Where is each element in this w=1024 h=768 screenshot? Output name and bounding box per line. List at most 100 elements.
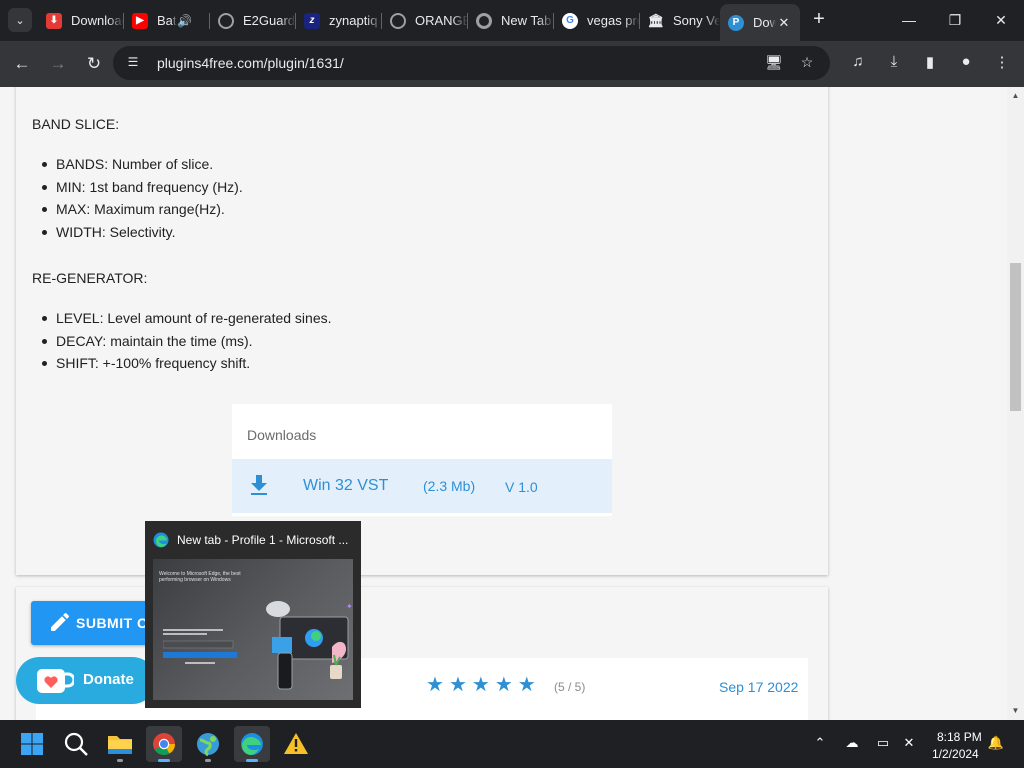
list-item: MIN: 1st band frequency (Hz).	[42, 179, 243, 202]
pencil-icon	[51, 613, 69, 631]
clock-date[interactable]: 1/2/2024	[932, 747, 979, 761]
clock-time[interactable]: 8:18 PM	[937, 730, 982, 744]
arrow-right-icon: →	[49, 54, 67, 73]
download-arrow-icon[interactable]	[250, 475, 268, 495]
taskbar-warning-app[interactable]	[278, 726, 314, 762]
site-info-icon[interactable]: ☰	[125, 55, 141, 71]
notification-bell-icon[interactable]: 🔔	[987, 735, 1005, 753]
coffee-cup-icon	[37, 669, 74, 693]
list-item: BANDS: Number of slice.	[42, 156, 243, 179]
taskbar-search-button[interactable]	[58, 726, 94, 762]
downloads-heading: Downloads	[247, 427, 317, 443]
bookmark-star-icon[interactable]: ☆	[797, 54, 817, 72]
speaker-icon[interactable]: 🔊	[177, 14, 192, 28]
install-app-icon[interactable]: 🖥	[764, 54, 784, 72]
taskbar-maps-app[interactable]	[190, 726, 226, 762]
globe-favicon-icon	[218, 12, 234, 29]
scroll-down-arrow-icon[interactable]: ▼	[1011, 706, 1020, 715]
star-icon: ★	[494, 674, 513, 696]
edge-icon	[241, 733, 263, 755]
band-slice-list: BANDS: Number of slice. MIN: 1st band fr…	[42, 156, 243, 247]
tab-e2guardian[interactable]: E2Guardian	[210, 4, 296, 37]
list-item: SHIFT: +-100% frequency shift.	[42, 355, 332, 378]
menu-kebab-icon[interactable]: ⋮	[991, 53, 1013, 75]
side-panel-icon[interactable]: ▮	[919, 53, 941, 75]
address-bar[interactable]: ☰ plugins4free.com/plugin/1631/ 🖥 ☆	[113, 46, 830, 80]
minimize-button[interactable]: —	[886, 6, 932, 34]
submit-button-label: SUBMIT C	[76, 615, 148, 631]
edge-icon	[153, 532, 169, 548]
tab-active-download[interactable]: P Download ✕	[720, 4, 800, 41]
volume-muted-icon[interactable]: ✕	[900, 735, 918, 753]
scrollbar-thumb[interactable]	[1010, 263, 1021, 411]
tab-title: E2Guardian	[243, 13, 296, 28]
zynaptiq-favicon-icon: z	[304, 12, 320, 29]
list-item: WIDTH: Selectivity.	[42, 224, 243, 247]
regenerator-list: LEVEL: Level amount of re-generated sine…	[42, 310, 332, 378]
restore-button[interactable]: ❐	[932, 6, 978, 34]
downloads-icon[interactable]: ⤓	[883, 53, 905, 75]
reload-icon: ↻	[86, 54, 102, 73]
taskbar-chrome[interactable]	[146, 726, 182, 762]
tab-batman[interactable]: ▶ Batman 🔊	[124, 4, 210, 37]
star-icon: ★	[517, 674, 536, 696]
search-icon	[64, 732, 88, 756]
rating-stars: ★ ★ ★ ★ ★	[426, 672, 536, 697]
page-scrollbar[interactable]: ▲ ▼	[1007, 87, 1024, 720]
tab-strip: ⌄ ⬇ Downloads ▶ Batman 🔊 E2Guardian z zy…	[0, 0, 1024, 41]
download-file-version: V 1.0	[505, 479, 538, 495]
globe-favicon-icon	[390, 12, 406, 29]
close-window-button[interactable]: ✕	[978, 6, 1024, 34]
scroll-up-arrow-icon[interactable]: ▲	[1011, 91, 1020, 100]
close-tab-icon[interactable]: ✕	[776, 15, 792, 31]
tab-title: Sony Vegas	[673, 13, 720, 28]
globe-app-icon	[197, 733, 219, 757]
youtube-favicon-icon: ▶	[132, 12, 148, 29]
donate-button[interactable]: Donate	[16, 657, 156, 704]
active-indicator	[158, 759, 170, 762]
preview-window-title: New tab - Profile 1 - Microsoft ...	[177, 533, 349, 547]
tab-vegas-pro[interactable]: G vegas pro	[554, 4, 640, 37]
chevron-down-icon: ⌄	[15, 14, 25, 27]
tab-search-button[interactable]: ⌄	[8, 8, 32, 32]
preview-illustration: ✦	[266, 601, 353, 690]
tab-title: Batman	[157, 13, 177, 28]
taskbar-file-explorer[interactable]	[102, 726, 138, 762]
tab-zynaptiq[interactable]: z zynaptiq	[296, 4, 382, 37]
forward-button[interactable]: →	[43, 49, 73, 79]
band-slice-title: BAND SLICE:	[32, 116, 120, 132]
tab-sony-vegas[interactable]: 🏛 Sony Vegas	[640, 4, 720, 37]
list-item: MAX: Maximum range(Hz).	[42, 201, 243, 224]
tab-downloads[interactable]: ⬇ Downloads	[38, 4, 124, 37]
tab-title: New Tab	[501, 13, 552, 28]
windows-taskbar: ⌃ ☁ ▭ ✕ 8:18 PM 1/2/2024 🔔	[0, 720, 1024, 768]
back-button[interactable]: ←	[7, 49, 37, 79]
rating-score: (5 / 5)	[554, 680, 586, 694]
media-control-icon[interactable]: ♫	[847, 53, 869, 75]
running-indicator	[205, 759, 211, 762]
downloads-box: Downloads Win 32 VST (2.3 Mb) V 1.0	[232, 404, 612, 516]
download-file-size: (2.3 Mb)	[423, 478, 476, 494]
start-button[interactable]	[14, 726, 50, 762]
warning-icon	[284, 733, 308, 754]
tab-title: Download	[753, 15, 776, 30]
plugins4free-favicon-icon: P	[728, 14, 744, 31]
profile-icon[interactable]: ●	[955, 53, 977, 75]
tab-new-tab[interactable]: New Tab	[468, 4, 554, 37]
reload-button[interactable]: ↻	[79, 49, 109, 79]
preview-welcome-text: Welcome to Microsoft Edge, the best perf…	[159, 571, 241, 583]
download-row[interactable]: Win 32 VST (2.3 Mb) V 1.0	[232, 459, 612, 513]
windows-start-icon	[21, 733, 43, 755]
star-icon: ★	[426, 674, 444, 696]
new-tab-button[interactable]: +	[808, 8, 830, 32]
url-text[interactable]: plugins4free.com/plugin/1631/	[157, 55, 344, 71]
star-icon: ★	[471, 674, 490, 696]
network-icon[interactable]: ▭	[874, 735, 892, 753]
edge-window-preview[interactable]: New tab - Profile 1 - Microsoft ... Welc…	[145, 521, 361, 708]
taskbar-edge[interactable]	[234, 726, 270, 762]
download-favicon-icon: ⬇	[46, 12, 62, 29]
download-file-name[interactable]: Win 32 VST	[303, 477, 388, 495]
show-hidden-icons-chevron-icon[interactable]: ⌃	[811, 735, 829, 753]
tab-orange[interactable]: ORANGE	[382, 4, 468, 37]
cloud-offline-icon[interactable]: ☁	[843, 735, 861, 753]
